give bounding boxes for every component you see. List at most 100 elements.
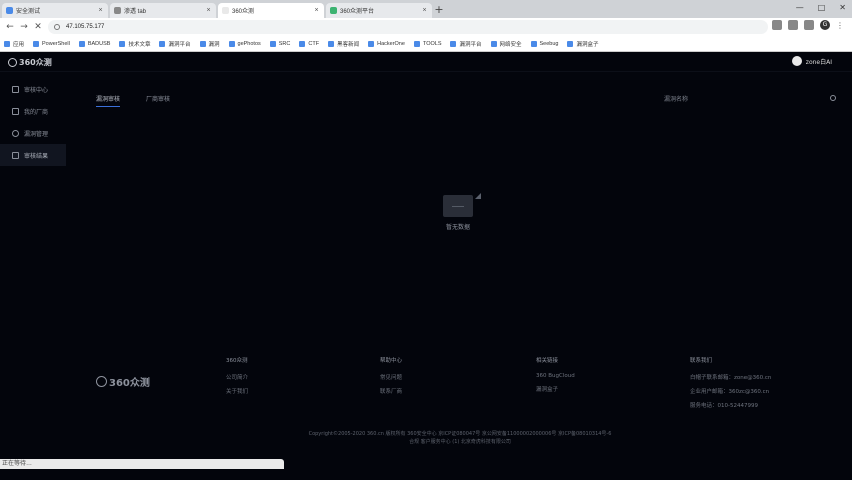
site-info-icon[interactable]: [54, 24, 60, 30]
footer-contact: 白帽子联系邮箱：zone@360.cn: [690, 375, 772, 381]
tab-vendor-review[interactable]: 厂商审核: [146, 94, 170, 107]
footer-contact: 企业用户邮箱：360zc@360.cn: [690, 389, 770, 395]
menu-icon[interactable]: ⋮: [836, 21, 844, 30]
search-box: 漏洞名称: [664, 93, 836, 103]
tab-close-icon[interactable]: ×: [205, 7, 212, 14]
bookmark-icon: [567, 40, 574, 47]
minimize-button[interactable]: —: [796, 3, 804, 12]
footer-heading: 360众测: [226, 358, 248, 364]
bookmark-item[interactable]: 技术文章: [119, 40, 150, 48]
back-button[interactable]: ←: [3, 20, 17, 34]
maximize-button[interactable]: □: [818, 3, 826, 12]
footer-link[interactable]: 常见问题: [380, 373, 402, 381]
bookmark-item[interactable]: gePhotos: [228, 40, 261, 47]
bookmark-item[interactable]: 黑客新闻: [328, 40, 359, 48]
bookmark-icon: [228, 40, 235, 47]
content-tabs: 漏洞审核 厂商审核: [96, 94, 170, 107]
logo-icon: [96, 376, 107, 387]
browser-tab[interactable]: 渗透 tab ×: [110, 3, 216, 18]
bookmark-icon: [119, 40, 126, 47]
document-icon: [12, 107, 19, 115]
extension-icon[interactable]: [788, 20, 798, 30]
bookmark-item[interactable]: 漏洞平台: [450, 40, 482, 48]
bookmark-item[interactable]: TOOLS: [413, 40, 441, 47]
tab-close-icon[interactable]: ×: [97, 7, 104, 14]
brand-logo[interactable]: 360众测: [8, 57, 52, 68]
tab-vuln-review[interactable]: 漏洞审核: [96, 94, 121, 107]
bookmark-item[interactable]: 漏洞盒子: [567, 40, 599, 48]
search-input[interactable]: [694, 97, 830, 99]
footer-link[interactable]: 漏洞盒子: [536, 385, 575, 393]
extension-icons: G ⋮: [772, 20, 844, 30]
browser-toolbar: ← → ✕ 47.105.75.177 G ⋮: [0, 18, 852, 36]
bookmark-item[interactable]: PowerShell: [33, 40, 70, 47]
tab-favicon-icon: [330, 7, 337, 14]
footer-link[interactable]: 360 BugCloud: [536, 373, 575, 379]
brand-name: 360众测: [19, 58, 52, 67]
tab-close-icon[interactable]: ×: [313, 7, 320, 14]
sidebar-item-review-results[interactable]: 审核结果: [0, 144, 66, 166]
bookmark-item[interactable]: 应用: [4, 40, 24, 48]
search-icon[interactable]: [830, 95, 836, 101]
sidebar-item-vuln-management[interactable]: 漏洞管理: [0, 122, 66, 144]
footer-column: 360众测 公司简介 关于我们: [226, 356, 248, 401]
footer-link[interactable]: 联系厂商: [380, 387, 402, 395]
sidebar-item-my-vendors[interactable]: 我的厂商: [0, 100, 66, 122]
footer-heading: 帮助中心: [380, 358, 403, 364]
bookmark-item[interactable]: 漏洞: [199, 40, 220, 48]
footer-column: 相关链接 360 BugCloud 漏洞盒子: [536, 356, 575, 399]
bookmark-item[interactable]: Seebug: [530, 40, 558, 47]
top-nav: 360众测 zone白AI: [0, 52, 852, 72]
close-window-button[interactable]: ✕: [839, 3, 846, 12]
tab-close-icon[interactable]: ×: [421, 7, 428, 14]
browser-tab[interactable]: 360众测平台 ×: [326, 3, 432, 18]
folder-icon: [12, 151, 19, 159]
bookmark-item[interactable]: HackerOne: [368, 40, 405, 47]
avatar: [791, 56, 802, 66]
browser-status-bar: 正在等待…: [0, 459, 284, 469]
browser-chrome: 安全测试 × 渗透 tab × 360众测 × 360众测平台 × + — □ …: [0, 0, 852, 52]
gear-icon: [12, 129, 19, 137]
extension-icon[interactable]: [804, 20, 814, 30]
footer-heading: 相关链接: [536, 358, 559, 364]
browser-tab[interactable]: 安全测试 ×: [2, 3, 108, 18]
address-bar[interactable]: 47.105.75.177: [48, 20, 768, 34]
footer-contact: 服务电话：010-52447999: [690, 403, 758, 409]
paper-plane-icon: [475, 193, 481, 199]
tab-label: 安全测试: [16, 9, 41, 15]
tab-bar: 安全测试 × 渗透 tab × 360众测 × 360众测平台 × + — □ …: [0, 0, 852, 18]
tab-favicon-icon: [222, 7, 229, 14]
footer-column: 帮助中心 常见问题 联系厂商: [380, 356, 402, 401]
browser-tab-active[interactable]: 360众测 ×: [218, 3, 324, 18]
bookmark-icon: [78, 40, 85, 47]
bookmark-icon: [490, 40, 497, 47]
empty-state-text: 暂无数据: [445, 224, 470, 231]
footer-link[interactable]: 公司简介: [226, 373, 248, 381]
new-tab-button[interactable]: +: [433, 4, 445, 16]
page-content: 360众测 zone白AI 审核中心 我的厂商 漏洞管理 审核结果 漏洞审核 厂…: [0, 52, 852, 480]
tab-label: 渗透 tab: [124, 9, 147, 15]
bookmark-icon: [368, 40, 375, 47]
extension-icon[interactable]: [772, 20, 782, 30]
footer-link[interactable]: 关于我们: [226, 387, 248, 395]
footer-column: 联系我们 白帽子联系邮箱：zone@360.cn 企业用户邮箱：360zc@36…: [690, 356, 771, 415]
bookmark-icon: [33, 40, 40, 47]
bookmark-icon: [413, 40, 420, 47]
forward-button[interactable]: →: [17, 20, 31, 34]
profile-icon[interactable]: G: [820, 20, 830, 30]
stop-loading-button[interactable]: ✕: [31, 20, 45, 34]
tab-label: 360众测: [232, 9, 255, 15]
footer-brand: 360众测: [109, 378, 150, 389]
bookmark-item[interactable]: SRC: [269, 40, 290, 47]
bookmark-item[interactable]: CTF: [299, 40, 319, 47]
user-menu[interactable]: zone白AI: [791, 56, 832, 66]
search-label: 漏洞名称: [664, 95, 689, 103]
sidebar-item-review-center[interactable]: 审核中心: [0, 78, 66, 100]
bookmark-item[interactable]: BADUSB: [78, 40, 110, 47]
bookmark-icon: [199, 40, 206, 47]
home-icon: [12, 85, 19, 93]
sidebar-item-label: 审核结果: [24, 152, 49, 160]
sidebar-item-label: 漏洞管理: [24, 130, 49, 138]
bookmark-item[interactable]: 网络安全: [490, 40, 522, 48]
bookmark-item[interactable]: 漏洞平台: [159, 40, 191, 48]
